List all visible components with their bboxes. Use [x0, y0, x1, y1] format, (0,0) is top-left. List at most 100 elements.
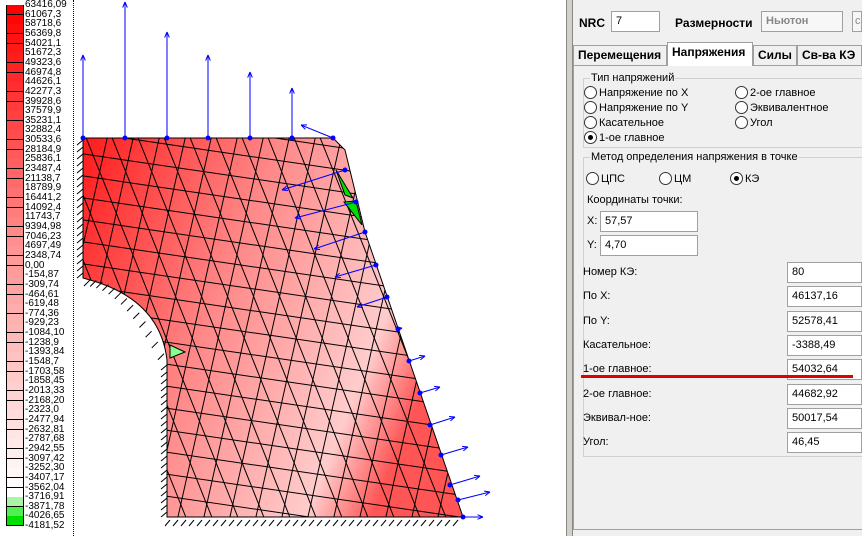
- y-label: Y:: [587, 239, 597, 251]
- support-hatch: [300, 519, 307, 527]
- load-arrow: [440, 446, 469, 456]
- arrow-head: [281, 189, 289, 192]
- mesh-edge: [411, 138, 463, 145]
- support-hatch: [276, 519, 283, 527]
- dimensions-second-field[interactable]: с: [852, 11, 862, 32]
- node[interactable]: [417, 390, 423, 396]
- tab-element-properties[interactable]: Св-ва КЭ: [797, 45, 862, 65]
- splitter[interactable]: [566, 0, 573, 536]
- support-hatch: [204, 519, 211, 527]
- support-hatch: [145, 330, 152, 338]
- y-coord-field[interactable]: 4,70: [600, 235, 698, 256]
- support-hatch: [160, 490, 168, 497]
- support-hatch: [444, 519, 451, 527]
- support-hatch: [76, 160, 84, 167]
- node[interactable]: [460, 514, 466, 520]
- radio-method-cps[interactable]: ЦПС: [586, 172, 625, 185]
- mesh-edge: [83, 447, 110, 517]
- result-value-field[interactable]: 46,45: [787, 432, 862, 454]
- node[interactable]: [342, 167, 348, 173]
- arrow-head: [418, 354, 426, 357]
- tab-displacements[interactable]: Перемещения: [573, 45, 667, 65]
- result-label: 2-ое главное:: [583, 387, 652, 400]
- support-hatch: [76, 265, 84, 272]
- dimensions-label: Размерности: [675, 16, 753, 30]
- support-hatch: [196, 519, 203, 527]
- results-panel: NRC 7 Размерности Ньютон с Перемещения Н…: [573, 0, 862, 536]
- node[interactable]: [395, 326, 401, 332]
- support-hatch: [160, 448, 168, 455]
- dimensions-force-field[interactable]: Ньютон: [761, 11, 843, 32]
- support-hatch: [160, 497, 168, 504]
- node[interactable]: [122, 135, 128, 141]
- node[interactable]: [164, 135, 170, 141]
- support-hatch: [151, 341, 159, 349]
- coords-title: Координаты точки:: [587, 194, 683, 206]
- support-hatch: [76, 195, 84, 202]
- radio-stress-x[interactable]: Напряжение по X: [584, 86, 688, 99]
- support-hatch: [76, 167, 84, 174]
- support-hatch: [268, 519, 275, 527]
- result-label: По Y:: [583, 314, 610, 327]
- result-value-field[interactable]: 80: [787, 262, 862, 283]
- radio-equivalent[interactable]: Эквивалентное: [735, 101, 829, 114]
- support-hatch: [364, 519, 371, 527]
- tab-forces[interactable]: Силы: [753, 45, 797, 65]
- node[interactable]: [80, 135, 86, 141]
- support-hatch: [76, 181, 84, 188]
- support-hatch: [76, 139, 84, 146]
- load-arrow: [457, 491, 491, 501]
- tab-stresses[interactable]: Напряжения: [667, 42, 753, 66]
- node[interactable]: [362, 229, 368, 235]
- result-value-field[interactable]: 46137,16: [787, 286, 862, 308]
- radio-angle[interactable]: Угол: [735, 116, 773, 129]
- support-hatch: [160, 462, 168, 469]
- node[interactable]: [438, 452, 444, 458]
- nrc-field[interactable]: 7: [611, 11, 660, 32]
- arrow-head: [433, 385, 441, 388]
- node[interactable]: [447, 482, 453, 488]
- radio-shear[interactable]: Касательное: [584, 116, 664, 129]
- radio-method-fe[interactable]: КЭ: [730, 172, 759, 185]
- node[interactable]: [330, 135, 336, 141]
- node[interactable]: [455, 497, 461, 503]
- arrow-head: [334, 276, 342, 279]
- result-value-field[interactable]: 44682,92: [787, 383, 862, 405]
- load-arrow: [429, 416, 456, 426]
- node[interactable]: [427, 422, 433, 428]
- mesh-edge: [396, 138, 463, 308]
- node[interactable]: [373, 262, 379, 268]
- node[interactable]: [289, 135, 295, 141]
- node[interactable]: [384, 294, 390, 300]
- result-value-field[interactable]: -3388,49: [787, 334, 862, 356]
- result-value-field[interactable]: 50017,54: [787, 407, 862, 429]
- support-hatch: [228, 519, 235, 527]
- node[interactable]: [205, 135, 211, 141]
- result-value-field[interactable]: 52578,41: [787, 310, 862, 332]
- support-hatch: [160, 455, 168, 462]
- load-arrow: [449, 475, 481, 486]
- support-hatch: [412, 519, 419, 527]
- node[interactable]: [406, 358, 412, 364]
- result-label: 1-ое главное:: [583, 363, 652, 376]
- radio-first-principal[interactable]: 1-ое главное: [584, 131, 665, 144]
- stress-type-title: Тип напряжений: [590, 72, 676, 84]
- support-hatch: [108, 287, 115, 295]
- radio-stress-y[interactable]: Напряжение по Y: [584, 101, 688, 114]
- support-hatch: [160, 420, 168, 427]
- support-hatch: [160, 476, 168, 483]
- node[interactable]: [353, 199, 359, 205]
- fe-mesh-canvas[interactable]: [74, 0, 566, 536]
- support-hatch: [356, 519, 363, 527]
- support-hatch: [76, 258, 84, 265]
- node[interactable]: [247, 135, 253, 141]
- radio-method-cm[interactable]: ЦМ: [659, 172, 691, 185]
- support-hatch: [308, 519, 315, 527]
- mesh-edge: [83, 382, 136, 517]
- radio-second-principal[interactable]: 2-ое главное: [735, 86, 816, 99]
- support-hatch: [160, 504, 168, 511]
- support-hatch: [372, 519, 379, 527]
- support-hatch: [76, 202, 84, 209]
- x-coord-field[interactable]: 57,57: [600, 211, 698, 232]
- color-legend: 63416,09 61067,3 58718,6 56369,8 54021,1 5167…: [0, 0, 72, 536]
